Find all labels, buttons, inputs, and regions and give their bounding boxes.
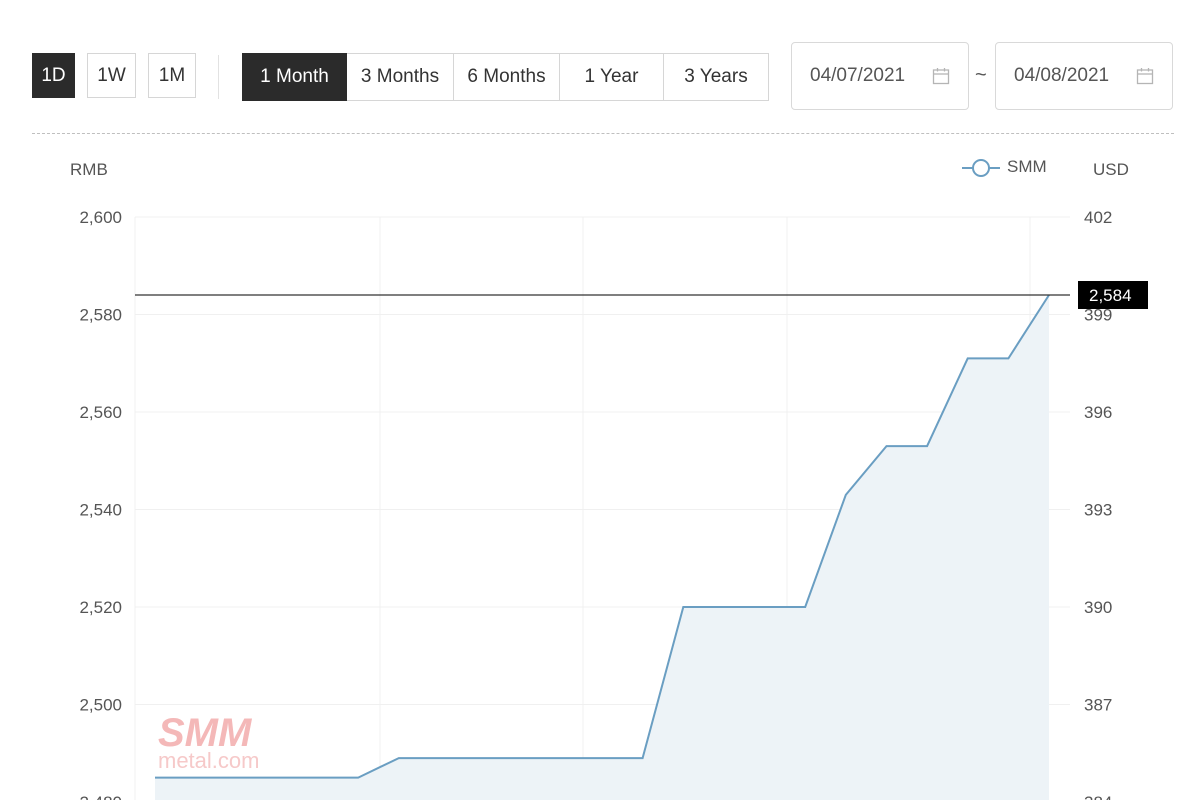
right-axis-tick-label: 390 <box>1084 598 1112 617</box>
left-axis-tick-label: 2,560 <box>79 403 122 422</box>
right-axis-unit: USD <box>1093 160 1129 179</box>
left-axis-tick-label: 2,600 <box>79 208 122 227</box>
watermark-logo: SMM metal.com <box>158 711 259 773</box>
right-axis-tick-label: 387 <box>1084 696 1112 715</box>
left-axis-tick-label: 2,520 <box>79 598 122 617</box>
left-axis-tick-label: 2,540 <box>79 501 122 520</box>
left-axis-tick-label: 2,500 <box>79 696 122 715</box>
left-axis-unit: RMB <box>70 160 108 179</box>
right-axis-tick-label: 384 <box>1084 793 1112 800</box>
legend-label: SMM <box>1007 157 1047 176</box>
left-axis: 2,600 2,580 2,560 2,540 2,520 2,500 2,480 <box>79 208 122 800</box>
right-axis-tick-label: 393 <box>1084 501 1112 520</box>
left-axis-tick-label: 2,580 <box>79 306 122 325</box>
current-value-label: 2,584 <box>1089 286 1132 305</box>
right-axis-tick-label: 402 <box>1084 208 1112 227</box>
right-axis-tick-label: 396 <box>1084 403 1112 422</box>
series-area-smm <box>155 295 1049 800</box>
left-axis-tick-label: 2,480 <box>79 793 122 800</box>
legend[interactable]: SMM <box>962 157 1047 177</box>
price-chart[interactable]: 2,600 2,580 2,560 2,540 2,520 2,500 2,480 402 3… <box>0 0 1200 800</box>
watermark-site: metal.com <box>158 748 259 773</box>
legend-circle-marker <box>972 159 990 177</box>
